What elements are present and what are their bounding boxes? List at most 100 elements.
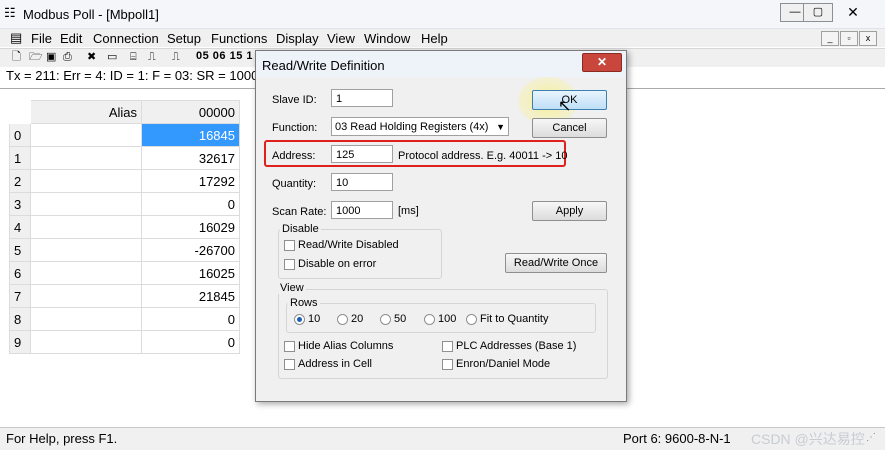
- rows-50-label: 50: [394, 313, 407, 325]
- value-cell[interactable]: 0: [141, 307, 240, 331]
- read-write-disabled-label: Read/Write Disabled: [298, 239, 399, 251]
- disable-group-label: Disable: [280, 223, 321, 235]
- menu-file[interactable]: File: [31, 31, 52, 46]
- function-select[interactable]: 03 Read Holding Registers (4x) ▼: [331, 117, 509, 136]
- read-write-definition-dialog: Read/Write Definition ✕ Slave ID: 1 Func…: [255, 50, 627, 402]
- enron-daniel-mode-checkbox[interactable]: [442, 359, 453, 370]
- watermark: CSDN @兴达易控: [751, 431, 865, 447]
- address-column-header[interactable]: 00000: [141, 100, 240, 124]
- delete-icon[interactable]: ✖: [87, 50, 96, 64]
- rows-20-label: 20: [351, 313, 364, 325]
- menu-connection[interactable]: Connection: [93, 31, 159, 46]
- menu-functions[interactable]: Functions: [211, 31, 267, 46]
- value-cell[interactable]: 17292: [141, 169, 240, 193]
- menu-window[interactable]: Window: [364, 31, 410, 46]
- table-row[interactable]: 30: [9, 192, 240, 216]
- disable-on-error-label: Disable on error: [298, 258, 377, 270]
- mdi-minimize-button[interactable]: _: [821, 31, 839, 46]
- rows-20-radio[interactable]: [337, 314, 348, 325]
- table-row[interactable]: 6 16025: [9, 261, 240, 285]
- table-row[interactable]: 7 21845: [9, 284, 240, 308]
- resize-grip[interactable]: ⋰: [866, 432, 880, 446]
- mdi-close-button[interactable]: x: [859, 31, 877, 46]
- alias-cell[interactable]: [30, 330, 142, 354]
- table-row[interactable]: 0 16845: [9, 123, 240, 147]
- mdi-restore-button[interactable]: ▫: [840, 31, 858, 46]
- rows-group-label: Rows: [288, 297, 320, 309]
- rows-100-radio[interactable]: [424, 314, 435, 325]
- cancel-button[interactable]: Cancel: [532, 118, 607, 138]
- value-cell[interactable]: 16025: [141, 261, 240, 285]
- close-button[interactable]: ✕: [841, 2, 865, 22]
- alias-cell[interactable]: [30, 146, 142, 170]
- dialog-close-button[interactable]: ✕: [582, 53, 622, 72]
- pulse-icon[interactable]: ⎍: [172, 50, 180, 64]
- value-cell[interactable]: 21845: [141, 284, 240, 308]
- chevron-down-icon[interactable]: ▼: [496, 118, 505, 136]
- rows-50-radio[interactable]: [380, 314, 391, 325]
- value-cell[interactable]: -26700: [141, 238, 240, 262]
- value-cell[interactable]: 16845: [141, 123, 240, 147]
- view-group-label: View: [278, 282, 306, 294]
- apply-button[interactable]: Apply: [532, 201, 607, 221]
- menu-edit[interactable]: Edit: [60, 31, 82, 46]
- open-folder-icon[interactable]: 🗁: [29, 50, 43, 64]
- address-in-cell-checkbox[interactable]: [284, 359, 295, 370]
- scan-rate-input[interactable]: 1000: [331, 201, 393, 219]
- value-cell[interactable]: 0: [141, 330, 240, 354]
- table-row[interactable]: 80: [9, 307, 240, 331]
- rows-10-radio[interactable]: [294, 314, 305, 325]
- read-write-once-button[interactable]: Read/Write Once: [505, 253, 607, 273]
- rows-fit-to-quantity-radio[interactable]: [466, 314, 477, 325]
- alias-cell[interactable]: [30, 123, 142, 147]
- hide-alias-columns-checkbox[interactable]: [284, 341, 295, 352]
- rows-fit-to-quantity-label: Fit to Quantity: [480, 313, 549, 325]
- table-row[interactable]: 2 17292: [9, 169, 240, 193]
- slave-id-input[interactable]: 1: [331, 89, 393, 107]
- disable-on-error-checkbox[interactable]: [284, 259, 295, 270]
- connect-icon[interactable]: ⌸: [130, 50, 137, 64]
- plc-addresses-checkbox[interactable]: [442, 341, 453, 352]
- register-grid[interactable]: Alias 00000 0 16845 1 32617 2 17292 3 0 4 16029 5-…: [9, 100, 240, 354]
- read-write-disabled-checkbox[interactable]: [284, 240, 295, 251]
- menu-help[interactable]: Help: [421, 31, 448, 46]
- alias-cell[interactable]: [30, 215, 142, 239]
- alias-cell[interactable]: [30, 261, 142, 285]
- print-icon[interactable]: ⎙: [63, 50, 72, 64]
- new-file-icon[interactable]: 🗋: [12, 50, 21, 64]
- row-index: 3: [9, 192, 31, 216]
- disconnect-icon[interactable]: ⎍: [148, 50, 156, 64]
- table-row[interactable]: 1 32617: [9, 146, 240, 170]
- alias-column-header[interactable]: Alias: [30, 100, 142, 124]
- scan-rate-label: Scan Rate:: [272, 206, 327, 218]
- alias-cell[interactable]: [30, 169, 142, 193]
- row-index: 2: [9, 169, 31, 193]
- dialog-title: Read/Write Definition: [262, 58, 385, 73]
- value-cell[interactable]: 16029: [141, 215, 240, 239]
- window-icon[interactable]: ▭: [107, 50, 117, 64]
- quantity-input[interactable]: 10: [331, 173, 393, 191]
- function-shortcuts[interactable]: 05 06 15 1: [196, 50, 253, 62]
- save-icon[interactable]: ▣: [46, 50, 56, 64]
- alias-cell[interactable]: [30, 284, 142, 308]
- table-row[interactable]: 5 -26700: [9, 238, 240, 262]
- table-row[interactable]: 4 16029: [9, 215, 240, 239]
- plc-addresses-label: PLC Addresses (Base 1): [456, 340, 577, 352]
- function-label: Function:: [272, 122, 318, 134]
- table-row[interactable]: 90: [9, 330, 240, 354]
- value-cell[interactable]: 0: [141, 192, 240, 216]
- alias-cell[interactable]: [30, 238, 142, 262]
- alias-cell[interactable]: [30, 307, 142, 331]
- enron-daniel-mode-label: Enron/Daniel Mode: [456, 358, 551, 370]
- maximize-button[interactable]: ▢: [803, 3, 833, 22]
- modbus-app-icon: ☷: [4, 5, 16, 20]
- help-text: For Help, press F1.: [6, 431, 118, 446]
- document-icon[interactable]: ▤: [10, 30, 22, 46]
- value-cell[interactable]: 32617: [141, 146, 240, 170]
- menu-setup[interactable]: Setup: [167, 31, 201, 46]
- address-input[interactable]: 125: [331, 145, 393, 163]
- menu-view[interactable]: View: [327, 31, 355, 46]
- row-index: 4: [9, 215, 31, 239]
- menu-display[interactable]: Display: [276, 31, 319, 46]
- alias-cell[interactable]: [30, 192, 142, 216]
